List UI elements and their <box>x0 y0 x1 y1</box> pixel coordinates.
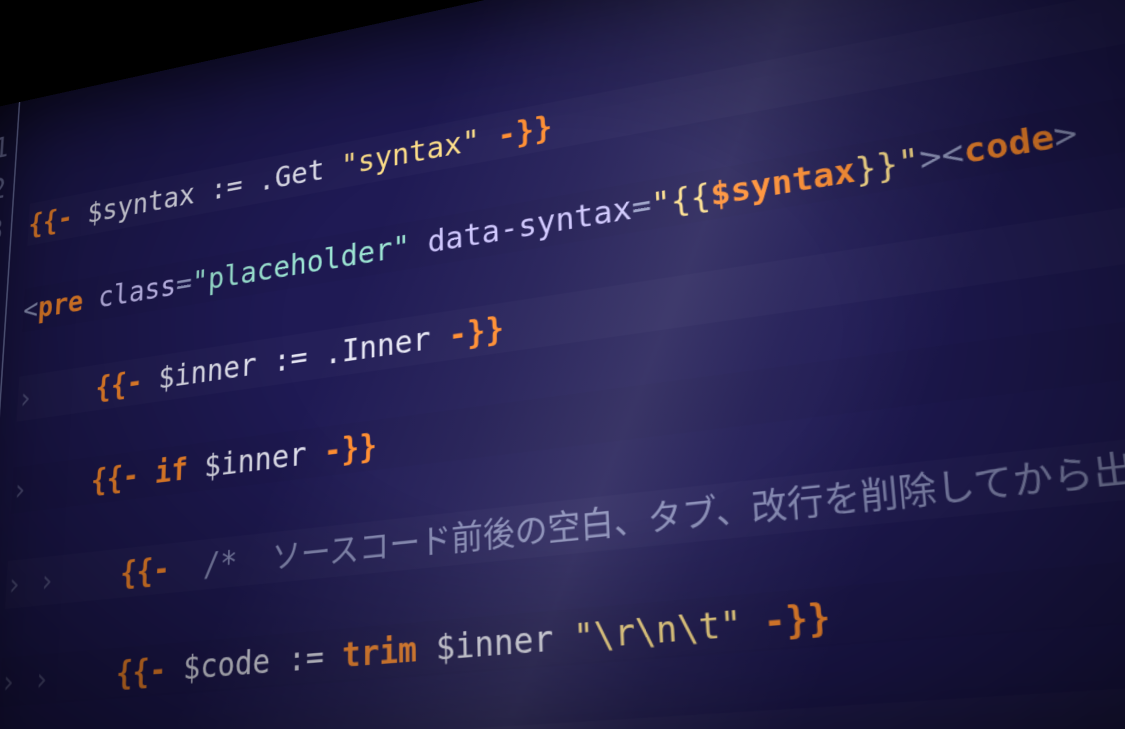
indent-guide-icon: › <box>38 554 74 606</box>
line-number: 3 <box>0 209 5 257</box>
indent-guide-icon: › <box>0 655 35 707</box>
line-number: 4 <box>0 251 2 299</box>
line-number: 1 <box>0 126 10 173</box>
indent-guide-icon: › <box>11 463 46 514</box>
indent-guide-icon: › <box>32 652 68 705</box>
line-number: 2 <box>0 167 7 214</box>
code-content[interactable]: {{- $syntax := .Get "syntax" -}} <pre cl… <box>0 0 1125 729</box>
screen: 1 2 3 4 5 6 7 8 9 10 11 12 13 {{- $synta… <box>0 0 1125 729</box>
indent-guide-icon: › <box>5 557 40 608</box>
code-editor[interactable]: 1 2 3 4 5 6 7 8 9 10 11 12 13 {{- $synta… <box>0 0 1125 729</box>
indent-guide-icon: › <box>17 372 51 422</box>
